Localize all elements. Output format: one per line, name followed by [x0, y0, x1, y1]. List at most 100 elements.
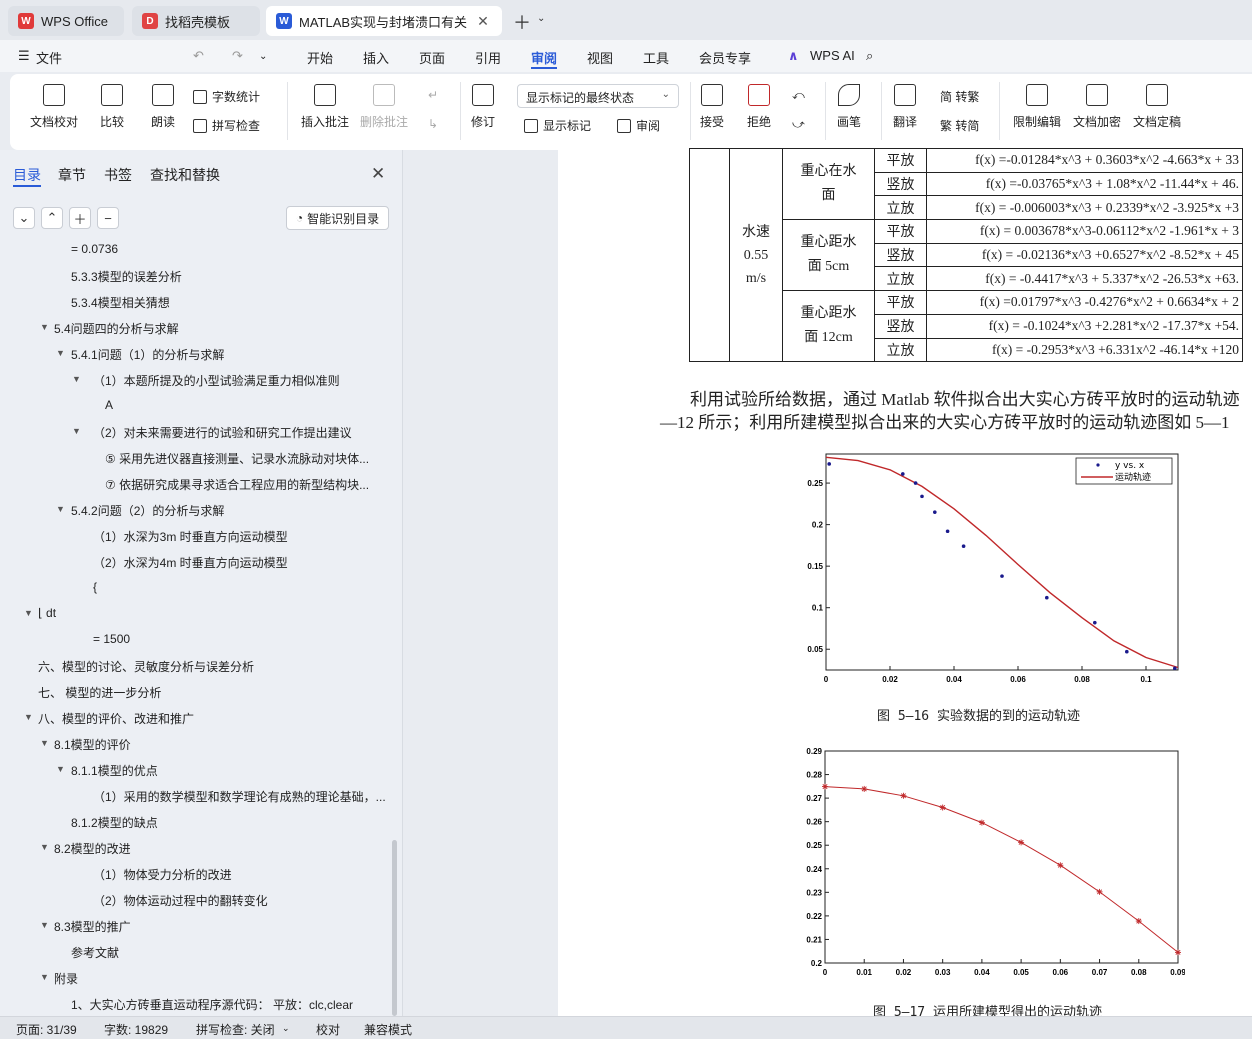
add-heading-icon[interactable]: ＋: [69, 207, 91, 229]
insert-comment-button[interactable]: 插入批注: [301, 84, 349, 130]
finalize-button[interactable]: 文档定稿: [1133, 84, 1181, 130]
menu-view[interactable]: 视图: [587, 48, 613, 67]
revise-button[interactable]: 修订: [471, 84, 495, 130]
toc-item[interactable]: {: [0, 580, 392, 600]
menu-page[interactable]: 页面: [419, 48, 445, 67]
to-simplified-button[interactable]: 繁 转简: [940, 117, 979, 134]
restrict-edit-button[interactable]: 限制编辑: [1013, 84, 1061, 130]
page-indicator[interactable]: 页面: 31/39: [16, 1021, 77, 1038]
toc-item[interactable]: 七、 模型的进一步分析: [0, 684, 392, 704]
delete-comment-button[interactable]: 删除批注: [360, 84, 408, 130]
toc-item[interactable]: （2）物体运动过程中的翻转变化: [0, 892, 392, 912]
panel-tab-chapter[interactable]: 章节: [58, 165, 86, 185]
panel-tab-find-replace[interactable]: 查找和替换: [150, 165, 220, 185]
translate-button[interactable]: 翻译: [893, 84, 917, 130]
doc-proof-button[interactable]: 文档校对: [30, 84, 78, 130]
remove-heading-icon[interactable]: −: [97, 207, 119, 229]
undo-icon[interactable]: ↶: [193, 48, 204, 64]
word-count-button[interactable]: 字数统计: [193, 88, 260, 105]
expand-triangle-icon[interactable]: ▼: [56, 504, 65, 514]
compare-button[interactable]: 比较: [100, 84, 124, 130]
expand-triangle-icon[interactable]: ▼: [72, 426, 81, 436]
expand-triangle-icon[interactable]: ▼: [56, 764, 65, 774]
spell-check-button[interactable]: 拼写检查: [193, 117, 260, 134]
toc-item[interactable]: ▼ （2）对未来需要进行的试验和研究工作提出建议: [0, 424, 392, 444]
tab-template[interactable]: D 找稻壳模板: [132, 6, 260, 36]
markup-state-select[interactable]: 显示标记的最终状态 ⌄: [517, 84, 679, 108]
panel-scrollbar[interactable]: [392, 840, 397, 1016]
menu-member[interactable]: 会员专享: [699, 48, 751, 67]
expand-triangle-icon[interactable]: ▼: [72, 374, 81, 384]
toc-item[interactable]: ▼ 8.2模型的改进: [0, 840, 392, 860]
word-count-indicator[interactable]: 字数: 19829: [104, 1021, 168, 1038]
expand-triangle-icon[interactable]: ▼: [40, 738, 49, 748]
expand-triangle-icon[interactable]: ▼: [24, 712, 33, 722]
toc-item[interactable]: ⑤ 采用先进仪器直接测量、记录水流脉动对块体...: [0, 450, 392, 470]
toc-item[interactable]: ▼ 8.1模型的评价: [0, 736, 392, 756]
toc-item[interactable]: （1）采用的数学模型和数学理论有成熟的理论基础，...: [0, 788, 392, 808]
accept-button[interactable]: 接受: [700, 84, 724, 130]
toc-item[interactable]: 5.3.4模型相关猜想: [0, 294, 392, 314]
toc-item[interactable]: ▼ 附录: [0, 970, 392, 990]
to-traditional-button[interactable]: 简 转繁: [940, 88, 979, 105]
toc-item[interactable]: ▼ 5.4.1问题（1）的分析与求解: [0, 346, 392, 366]
next-change-icon[interactable]: ⤻: [792, 117, 805, 132]
smart-toc-button[interactable]: ◔ 智能识别目录: [286, 206, 389, 230]
close-icon[interactable]: ✕: [477, 13, 489, 30]
toc-item[interactable]: = 1500: [0, 632, 392, 652]
toc-item[interactable]: ▼ 5.4问题四的分析与求解: [0, 320, 392, 340]
expand-triangle-icon[interactable]: ▼: [40, 322, 49, 332]
new-tab-plus-icon[interactable]: ＋: [513, 9, 531, 35]
toc-item[interactable]: 参考文献: [0, 944, 392, 964]
tab-wps-office[interactable]: W WPS Office: [8, 6, 124, 36]
toc-item[interactable]: ▼ 8.3模型的推广: [0, 918, 392, 938]
expand-triangle-icon[interactable]: ▼: [56, 348, 65, 358]
toc-item[interactable]: （2）水深为4m 时垂直方向运动模型: [0, 554, 392, 574]
pen-button[interactable]: 画笔: [837, 84, 861, 130]
toc-item[interactable]: 六、模型的讨论、灵敏度分析与误差分析: [0, 658, 392, 678]
show-markup-button[interactable]: 显示标记: [524, 117, 591, 134]
review-pane-button[interactable]: 审阅: [617, 117, 660, 134]
expand-triangle-icon[interactable]: ▼: [24, 608, 33, 618]
expand-up-icon[interactable]: ⌃: [41, 207, 63, 229]
toc-item[interactable]: ▼ 八、模型的评价、改进和推广: [0, 710, 392, 730]
prev-change-icon[interactable]: ⤺: [792, 88, 805, 103]
toc-item[interactable]: 8.1.2模型的缺点: [0, 814, 392, 834]
toc-item[interactable]: ⑦ 依据研究成果寻求适合工程应用的新型结构块...: [0, 476, 392, 496]
hamburger-icon[interactable]: ☰: [18, 48, 30, 64]
toc-item[interactable]: ▼ 8.1.1模型的优点: [0, 762, 392, 782]
tab-document[interactable]: W MATLAB实现与封堵溃口有关 ✕: [266, 6, 502, 36]
reject-button[interactable]: 拒绝: [747, 84, 771, 130]
spell-check-status[interactable]: 拼写检查: 关闭: [196, 1021, 275, 1038]
encrypt-button[interactable]: 文档加密: [1073, 84, 1121, 130]
menu-wps-ai[interactable]: WPS AI: [810, 48, 855, 63]
panel-tab-bookmark[interactable]: 书签: [104, 165, 132, 185]
proof-status[interactable]: 校对: [316, 1021, 340, 1038]
search-icon[interactable]: ⌕: [866, 48, 873, 64]
close-icon[interactable]: ✕: [371, 164, 385, 184]
quick-access-more-icon[interactable]: ⌄: [259, 51, 267, 62]
read-aloud-button[interactable]: 朗读: [151, 84, 175, 130]
menu-reference[interactable]: 引用: [475, 48, 501, 67]
chevron-down-icon[interactable]: ⌄: [537, 13, 545, 24]
menu-tools[interactable]: 工具: [643, 48, 669, 67]
next-comment-icon[interactable]: ↳: [428, 117, 438, 131]
menu-insert[interactable]: 插入: [363, 48, 389, 67]
chevron-down-icon[interactable]: ⌄: [282, 1023, 290, 1034]
panel-tab-toc[interactable]: 目录: [13, 165, 41, 185]
toc-item[interactable]: 5.3.3模型的误差分析: [0, 268, 392, 288]
toc-item[interactable]: 1、大实心方砖垂直运动程序源代码： 平放：clc,clear: [0, 996, 392, 1016]
menu-file[interactable]: 文件: [36, 48, 62, 67]
prev-comment-icon[interactable]: ↵: [428, 88, 438, 102]
toc-item[interactable]: ▼ ⌊ dt: [0, 606, 392, 626]
expand-triangle-icon[interactable]: ▼: [40, 972, 49, 982]
toc-item[interactable]: （1）水深为3m 时垂直方向运动模型: [0, 528, 392, 548]
toc-item[interactable]: A: [0, 398, 392, 418]
menu-review[interactable]: 审阅: [531, 48, 557, 67]
menu-home[interactable]: 开始: [307, 48, 333, 67]
toc-item[interactable]: （1）物体受力分析的改进: [0, 866, 392, 886]
redo-icon[interactable]: ↷: [232, 48, 243, 64]
toc-item[interactable]: = 0.0736: [0, 242, 392, 262]
toc-item[interactable]: ▼ 5.4.2问题（2）的分析与求解: [0, 502, 392, 522]
expand-triangle-icon[interactable]: ▼: [40, 920, 49, 930]
